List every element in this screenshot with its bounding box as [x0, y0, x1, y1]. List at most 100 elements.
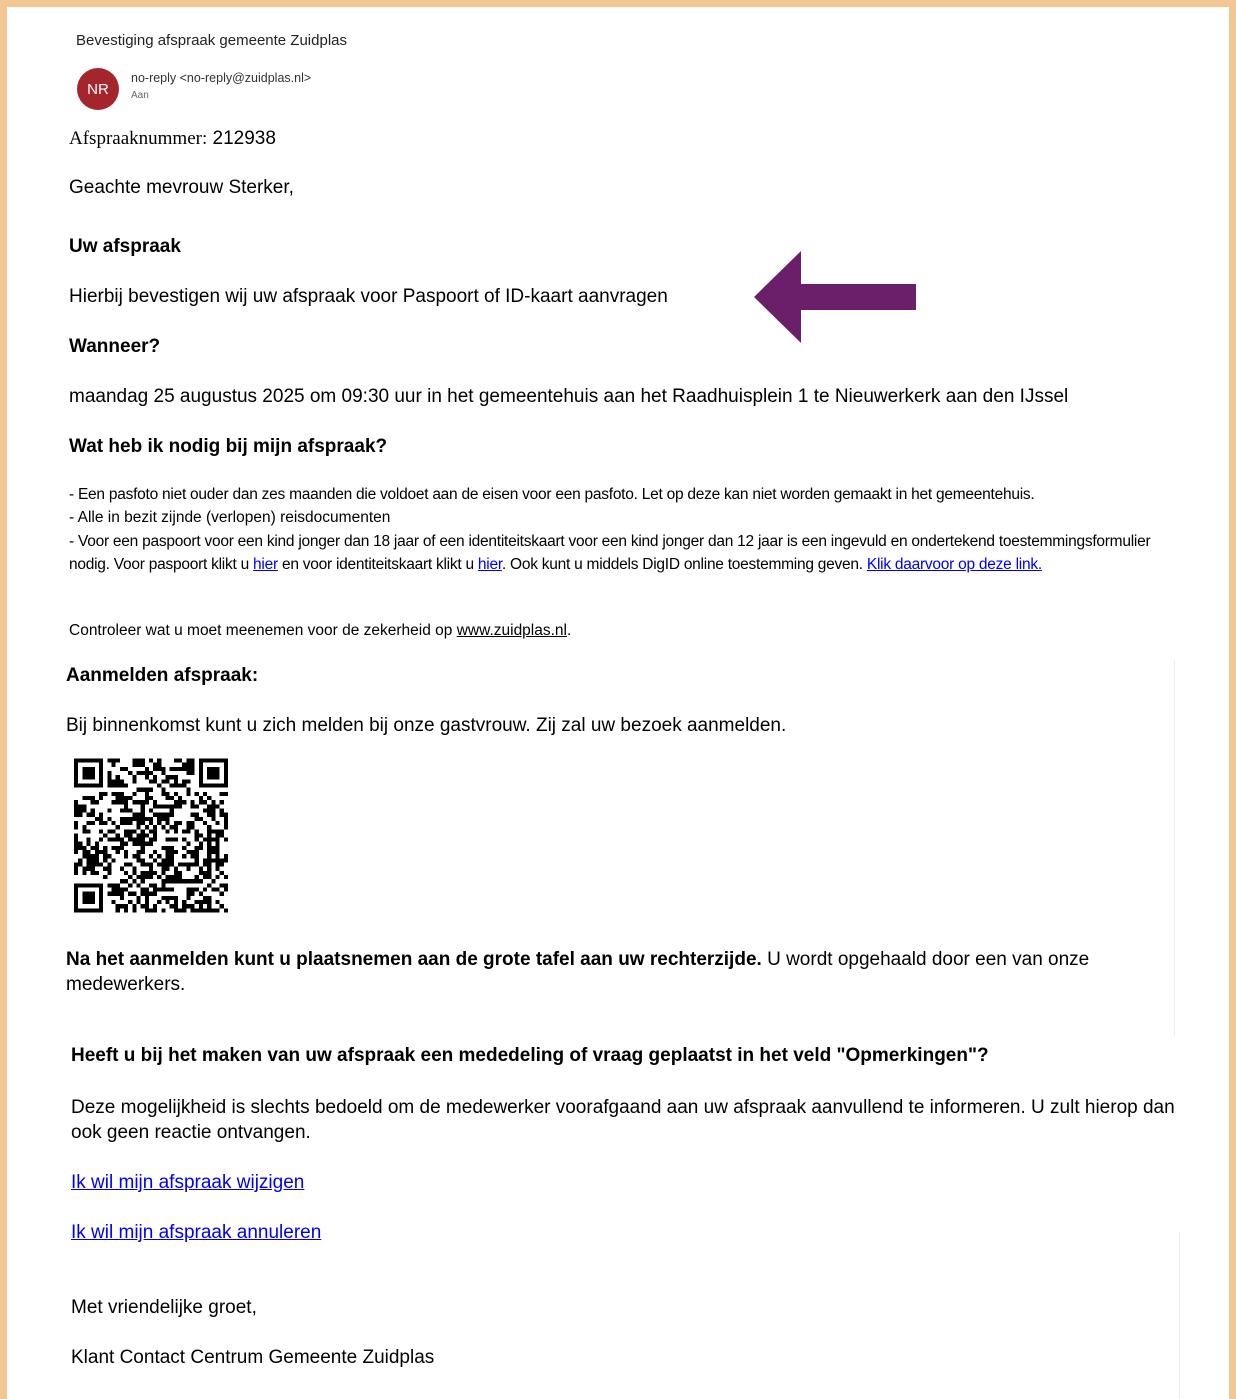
qr-module	[153, 812, 158, 817]
qr-module	[173, 758, 179, 763]
qr-module	[186, 829, 191, 834]
qr-module	[173, 904, 179, 909]
qr-module	[219, 833, 224, 838]
qr-module	[198, 795, 204, 801]
qr-module	[144, 775, 149, 780]
qr-module	[90, 808, 95, 813]
qr-module	[78, 858, 83, 863]
qr-module	[198, 841, 204, 846]
qr-module	[203, 791, 208, 796]
qr-module	[190, 766, 195, 771]
qr-module	[186, 862, 191, 867]
qr-module	[136, 820, 141, 826]
qr-module	[144, 766, 149, 771]
qr-module	[194, 879, 199, 884]
qr-module	[203, 900, 208, 905]
qr-module	[211, 812, 216, 817]
qr-module	[169, 825, 174, 830]
qr-module	[111, 779, 116, 784]
qr-module	[148, 841, 154, 846]
qr-module	[178, 875, 183, 880]
qr-module	[115, 887, 120, 892]
cancel-appointment-link[interactable]: Ik wil mijn afspraak annuleren	[71, 1222, 321, 1243]
qr-module	[90, 854, 95, 859]
qr-module	[115, 800, 120, 805]
qr-module	[173, 895, 179, 901]
qr-module	[153, 779, 158, 784]
qr-module	[207, 841, 212, 846]
qr-module	[86, 858, 91, 863]
digid-consent-link[interactable]: Klik daarvoor op deze link.	[867, 556, 1042, 573]
qr-module	[173, 900, 179, 905]
qr-module	[140, 758, 145, 763]
qr-module	[215, 845, 220, 851]
qr-module	[186, 841, 191, 846]
qr-module	[169, 837, 174, 842]
qr-module	[165, 862, 170, 867]
qr-module	[140, 875, 145, 880]
qr-module	[169, 875, 174, 880]
id-card-consent-link[interactable]: hier	[478, 556, 502, 573]
qr-module	[74, 812, 79, 817]
qr-module	[219, 904, 224, 909]
qr-code	[74, 758, 228, 913]
qr-module	[119, 879, 124, 884]
website-link[interactable]: www.zuidplas.nl	[457, 622, 567, 639]
qr-module	[103, 850, 108, 855]
qr-module	[203, 808, 208, 813]
qr-module	[223, 791, 228, 796]
qr-module	[103, 820, 108, 826]
qr-module	[74, 870, 79, 876]
qr-module	[94, 841, 99, 846]
qr-module	[123, 795, 129, 801]
qr-module	[86, 837, 91, 842]
qr-module	[211, 887, 216, 892]
qr-module	[86, 862, 91, 867]
qr-module	[198, 904, 204, 909]
qr-module	[165, 829, 170, 834]
qr-module	[211, 804, 216, 809]
qr-module	[107, 870, 112, 876]
sender-address[interactable]: no-reply <no-reply@zuidplas.nl>	[131, 71, 311, 85]
qr-module	[86, 812, 91, 817]
passport-consent-link[interactable]: hier	[253, 556, 278, 573]
qr-module	[119, 783, 124, 788]
qr-module	[132, 791, 137, 796]
qr-module	[128, 891, 133, 896]
qr-module	[103, 866, 108, 871]
qr-module	[207, 804, 212, 809]
needs-item-1: - Een pasfoto niet ouder dan zes maanden…	[69, 486, 1035, 503]
qr-module	[157, 762, 162, 767]
qr-module	[207, 875, 212, 880]
qr-module	[74, 804, 79, 809]
qr-module	[190, 804, 195, 809]
qr-module	[140, 850, 145, 855]
qr-module	[198, 833, 204, 838]
qr-module	[165, 895, 170, 901]
qr-module	[215, 875, 220, 880]
qr-module	[128, 862, 133, 867]
qr-module	[148, 891, 154, 896]
qr-module	[198, 879, 204, 884]
qr-module	[211, 816, 216, 821]
qr-module	[153, 800, 158, 805]
qr-module	[165, 845, 170, 851]
qr-module	[111, 858, 116, 863]
qr-module	[190, 812, 195, 817]
qr-module	[144, 770, 149, 776]
qr-module	[140, 837, 145, 842]
change-appointment-wrap: Ik wil mijn afspraak wijzigen	[71, 1172, 304, 1194]
change-appointment-link[interactable]: Ik wil mijn afspraak wijzigen	[71, 1172, 304, 1193]
qr-module	[153, 891, 158, 896]
qr-module	[94, 870, 99, 876]
qr-module	[123, 850, 129, 855]
qr-module	[132, 816, 137, 821]
qr-module	[82, 891, 95, 905]
qr-module	[107, 783, 112, 788]
qr-module	[119, 820, 124, 826]
qr-module	[215, 858, 220, 863]
qr-module	[140, 891, 145, 896]
qr-module	[86, 866, 91, 871]
qr-module	[215, 887, 220, 892]
qr-module	[136, 837, 141, 842]
